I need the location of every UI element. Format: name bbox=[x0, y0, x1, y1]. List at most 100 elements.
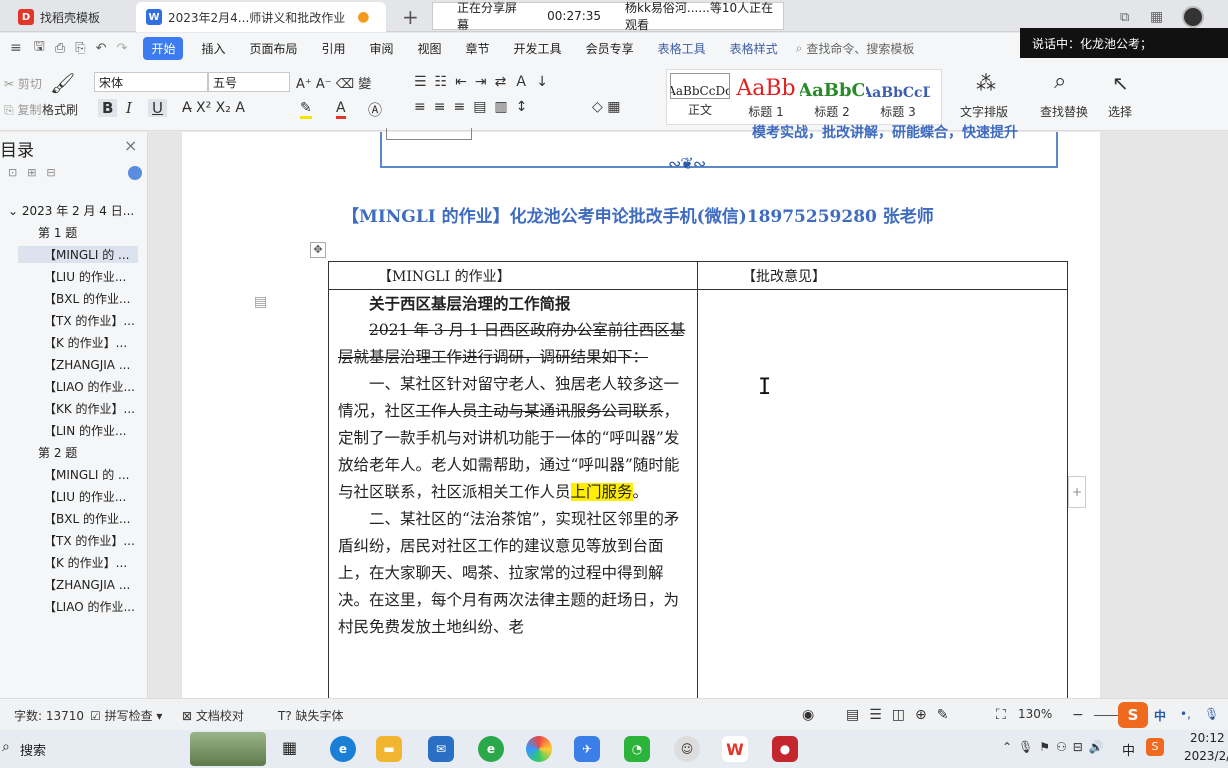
export-icon[interactable]: ⎙ bbox=[55, 41, 65, 56]
close-icon[interactable]: × bbox=[124, 136, 137, 155]
find-replace-button[interactable]: 查找替换 bbox=[1040, 103, 1088, 120]
align-icons[interactable]: ≡≡≡▤▥↕ bbox=[414, 99, 535, 115]
list-icons[interactable]: ☰☷⇤⇥⇄Ａ↓ bbox=[414, 71, 556, 91]
profile-app-icon[interactable]: ☺ bbox=[674, 736, 700, 762]
highlight-icon[interactable]: ✎ bbox=[300, 100, 312, 119]
tray-sogou-icon[interactable]: S bbox=[1146, 738, 1164, 756]
copy-button[interactable]: ⎘ 复制 bbox=[4, 101, 41, 118]
menu-member[interactable]: 会员专享 bbox=[586, 40, 634, 57]
style-heading1[interactable]: AaBb 标题 1 bbox=[734, 71, 798, 121]
feishu-icon[interactable]: ✈ bbox=[574, 736, 600, 762]
edge-icon[interactable]: e bbox=[330, 736, 356, 762]
nav-options-icon[interactable] bbox=[128, 166, 142, 180]
font-name-select[interactable]: 宋体 bbox=[94, 72, 208, 92]
text-layout-icon[interactable]: ⁂ bbox=[976, 71, 996, 95]
nav-group-2[interactable]: 第 2 题 bbox=[38, 444, 77, 461]
tab-document[interactable]: W 2023年2月4...师讲义和批改作业 ● bbox=[136, 2, 386, 32]
menu-developer[interactable]: 开发工具 bbox=[514, 40, 562, 57]
nav-item[interactable]: 【ZHANGJIA ... bbox=[44, 356, 138, 373]
ime-mic-icon[interactable]: 🎙 bbox=[1204, 707, 1219, 721]
nav-item[interactable]: 【K 的作业】... bbox=[44, 334, 138, 351]
menu-view[interactable]: 视图 bbox=[418, 40, 442, 57]
view-mode-icons[interactable]: ▤☰◫⊕✎ bbox=[846, 707, 958, 723]
ime-mode[interactable]: 中 bbox=[1154, 707, 1166, 724]
doc-check-button[interactable]: ⊠ 文档校对 bbox=[182, 707, 244, 724]
menu-page-layout[interactable]: 页面布局 bbox=[249, 40, 297, 57]
browser-icon[interactable]: e bbox=[478, 736, 504, 762]
zoom-out-button[interactable]: − bbox=[1072, 707, 1084, 723]
file-explorer-icon[interactable]: ▬ bbox=[376, 736, 402, 762]
shading-icon[interactable]: ◇ ▦ bbox=[592, 99, 620, 115]
menu-references[interactable]: 引用 bbox=[321, 40, 345, 57]
ime-punct-icon[interactable]: •, bbox=[1180, 707, 1191, 721]
nav-item[interactable]: 【MINGLI 的 ... bbox=[44, 466, 138, 483]
clock-time[interactable]: 20:12 bbox=[1190, 731, 1225, 745]
nav-item[interactable]: 【BXL 的作业... bbox=[44, 290, 138, 307]
nav-item[interactable]: 【LIU 的作业... bbox=[44, 268, 138, 285]
nav-item[interactable]: 【BXL 的作业... bbox=[44, 510, 138, 527]
menu-home[interactable]: 开始 bbox=[143, 36, 184, 60]
undo-icon[interactable]: ↶ bbox=[96, 41, 107, 56]
wps-icon[interactable]: W bbox=[722, 736, 748, 762]
print-icon[interactable]: ⎘ bbox=[75, 41, 85, 56]
homework-cell[interactable]: 关于西区基层治理的工作简报 2021 年 3 月 1 日西区政府办公室前往西区基… bbox=[338, 290, 690, 641]
format-painter-icon[interactable]: 🖌 bbox=[50, 71, 75, 95]
menu-table-tools[interactable]: 表格工具 bbox=[658, 40, 706, 57]
eye-protect-icon[interactable]: ◉ bbox=[802, 707, 814, 723]
nav-item[interactable]: 【LIN 的作业... bbox=[44, 422, 138, 439]
word-count[interactable]: 字数: 13710 bbox=[14, 707, 84, 724]
table-move-handle-icon[interactable]: ✥ bbox=[310, 242, 326, 258]
spell-check-toggle[interactable]: ☑ 拼写检查 ▾ bbox=[90, 707, 162, 724]
nav-group-1[interactable]: 第 1 题 bbox=[38, 224, 77, 241]
command-search[interactable]: 查找命令、搜索模板 bbox=[806, 40, 914, 57]
tray-ime[interactable]: 中 bbox=[1122, 740, 1135, 759]
nav-root[interactable]: ⌄ 2023 年 2 月 4 日... bbox=[8, 202, 134, 219]
mail-icon[interactable]: ✉ bbox=[428, 736, 454, 762]
clock-date[interactable]: 2023/2/ bbox=[1184, 749, 1228, 763]
nav-item[interactable]: 【TX 的作业】... bbox=[44, 312, 138, 329]
wechat-icon[interactable]: ◔ bbox=[624, 736, 650, 762]
select-button[interactable]: 选择 bbox=[1108, 103, 1132, 120]
select-cursor-icon[interactable]: ↖ bbox=[1112, 71, 1129, 95]
bold-button[interactable]: B bbox=[98, 99, 118, 117]
char-border-icon[interactable]: Ⓐ bbox=[368, 100, 382, 120]
font-size-select[interactable]: 五号 bbox=[208, 72, 290, 92]
nav-item[interactable]: 【LIAO 的作业... bbox=[44, 598, 138, 615]
nav-item[interactable]: 【MINGLI 的 ... bbox=[18, 246, 138, 263]
new-tab-button[interactable]: + bbox=[392, 2, 429, 32]
menu-insert[interactable]: 插入 bbox=[201, 40, 225, 57]
cut-button[interactable]: ✂ 剪切 bbox=[4, 75, 42, 92]
missing-font-button[interactable]: T? 缺失字体 bbox=[278, 707, 344, 724]
zoom-level[interactable]: 130% bbox=[1018, 707, 1052, 721]
font-grow-shrink-icon[interactable]: A⁺ A⁻ ⌫ 變 bbox=[296, 73, 371, 92]
italic-button[interactable]: I bbox=[126, 99, 132, 117]
style-heading2[interactable]: AaBbC 标题 2 bbox=[800, 71, 864, 121]
sogou-ime-icon[interactable]: S bbox=[1118, 702, 1148, 728]
save-icon[interactable]: 🖫 bbox=[34, 37, 45, 59]
chrome-like-icon[interactable] bbox=[526, 736, 552, 762]
paragraph-icon[interactable]: ▤ bbox=[254, 294, 267, 310]
menu-table-style[interactable]: 表格样式 bbox=[730, 40, 778, 57]
find-replace-icon[interactable]: ⌕ bbox=[1054, 69, 1066, 94]
tray-icons[interactable]: ⌃🎙⚑⚇⊟🔊 bbox=[1002, 740, 1110, 754]
expand-collapse-icons[interactable]: ⊡⊞⊟ bbox=[8, 166, 66, 179]
style-normal[interactable]: AaBbCcDd 正文 bbox=[668, 71, 732, 121]
task-view-icon[interactable]: ▦ bbox=[282, 738, 297, 757]
menu-review[interactable]: 审阅 bbox=[370, 40, 394, 57]
text-format-icons[interactable]: A̶ X² X₂ A bbox=[182, 100, 245, 116]
menu-section[interactable]: 章节 bbox=[466, 40, 490, 57]
nav-item[interactable]: 【TX 的作业】... bbox=[44, 532, 138, 549]
nav-item[interactable]: 【ZHANGJIA ... bbox=[44, 576, 138, 593]
nav-item[interactable]: 【K 的作业】... bbox=[44, 554, 138, 571]
style-heading3[interactable]: AaBbCcD 标题 3 bbox=[866, 71, 930, 121]
record-app-icon[interactable]: ● bbox=[772, 736, 798, 762]
tab-docer-templates[interactable]: D 找稻壳模板 bbox=[8, 2, 132, 32]
redo-icon[interactable]: ↷ bbox=[117, 41, 128, 56]
fit-page-icon[interactable]: ⛶ bbox=[996, 707, 1006, 723]
nav-item[interactable]: 【KK 的作业】... bbox=[44, 400, 138, 417]
nav-item[interactable]: 【LIAO 的作业... bbox=[44, 378, 138, 395]
format-painter-label[interactable]: 格式刷 bbox=[42, 101, 78, 118]
text-layout-button[interactable]: 文字排版 bbox=[960, 103, 1008, 120]
underline-button[interactable]: U bbox=[148, 99, 167, 117]
font-color-icon[interactable]: A bbox=[336, 100, 346, 119]
